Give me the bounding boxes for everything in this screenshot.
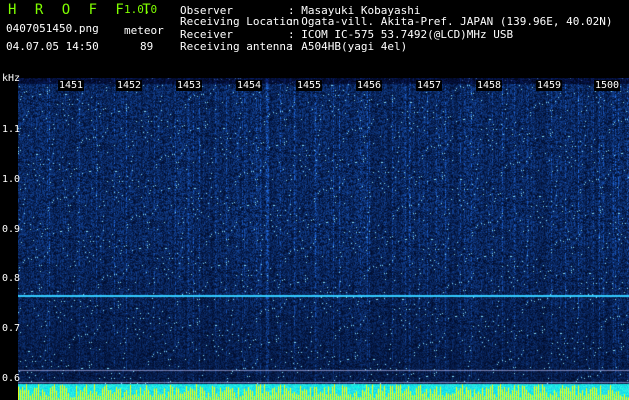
x-tick-1500: 1500	[594, 80, 621, 91]
meta-location-key: Receiving Location	[180, 15, 300, 28]
x-tick-1451: 1451	[58, 80, 85, 91]
x-tick-1459: 1459	[536, 80, 563, 91]
x-tick-1456: 1456	[356, 80, 383, 91]
y-tick-0-9: 0.9	[2, 224, 21, 235]
x-tick-1453: 1453	[176, 80, 203, 91]
x-tick-1454: 1454	[236, 80, 263, 91]
meta-location-value: : Ogata-vill. Akita-Pref. JAPAN (139.96E…	[288, 15, 613, 28]
spectrogram	[18, 78, 629, 400]
x-tick-1457: 1457	[416, 80, 443, 91]
y-tick-0-7: 0.7	[2, 323, 21, 334]
y-tick-0-6: 0.6	[2, 373, 21, 384]
y-axis-unit: kHz	[2, 73, 21, 84]
x-tick-1458: 1458	[476, 80, 503, 91]
meteor-count: 89	[140, 40, 154, 53]
y-tick-1-1: 1.1	[2, 124, 21, 135]
meta-antenna-value: : A504HB(yagi 4el)	[288, 40, 408, 53]
y-tick-1-0: 1.0	[2, 174, 21, 185]
x-tick-1452: 1452	[116, 80, 143, 91]
datetime-label: 04.07.05 14:50	[6, 40, 99, 53]
x-tick-1455: 1455	[296, 80, 323, 91]
app-version: 1.0.0	[124, 3, 158, 16]
y-tick-0-8: 0.8	[2, 273, 21, 284]
mode-label: meteor	[124, 24, 164, 37]
meta-antenna-key: Receiving antenna	[180, 40, 293, 53]
file-name: 0407051450.png	[6, 22, 99, 35]
